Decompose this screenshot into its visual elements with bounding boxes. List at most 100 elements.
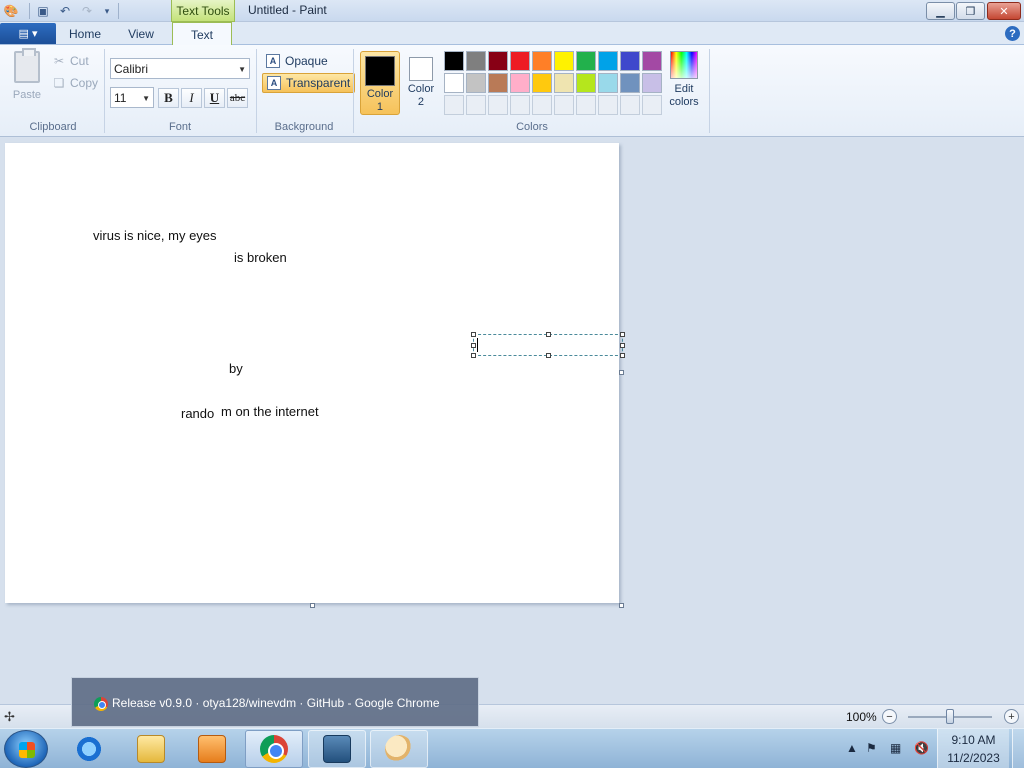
bold-button[interactable]: B — [158, 88, 179, 108]
palette-swatch[interactable] — [554, 73, 574, 93]
font-size-value: 11 — [114, 90, 127, 105]
custom-color-slot[interactable] — [510, 95, 530, 115]
color1-swatch — [365, 56, 395, 86]
text-input-box[interactable] — [471, 332, 625, 358]
palette-swatch[interactable] — [642, 51, 662, 71]
chrome-icon — [94, 697, 108, 711]
underline-button[interactable]: U — [204, 88, 225, 108]
undo-icon[interactable]: ↶ — [56, 2, 74, 20]
paint-icon — [385, 735, 413, 763]
palette-swatch[interactable] — [488, 51, 508, 71]
clock-time: 9:10 AM — [951, 733, 996, 747]
canvas-workspace[interactable]: virus is nice, my eyes is broken by rand… — [0, 138, 1024, 704]
background-group-label: Background — [274, 121, 334, 133]
start-button[interactable] — [4, 730, 48, 768]
palette-swatch[interactable] — [554, 51, 574, 71]
paste-label: Paste — [12, 89, 42, 101]
show-desktop-button[interactable] — [1012, 729, 1024, 768]
custom-color-slot[interactable] — [488, 95, 508, 115]
palette-swatch[interactable] — [532, 51, 552, 71]
transparent-option[interactable]: A Transparent — [262, 73, 356, 93]
canvas-resize-handle-corner[interactable] — [619, 603, 624, 608]
color2-swatch — [409, 57, 433, 81]
palette-swatch[interactable] — [642, 73, 662, 93]
taskbar-preview-chrome[interactable]: Release v0.9.0 · otya128/winevdm · GitHu… — [71, 677, 479, 727]
paint-menu-button[interactable]: ▤ ▾ — [0, 23, 56, 44]
zoom-in-button[interactable]: + — [1004, 709, 1019, 724]
zoom-slider-thumb[interactable] — [946, 709, 954, 724]
tab-home[interactable]: Home — [58, 22, 112, 45]
clock[interactable]: 9:10 AM 11/2/2023 — [937, 729, 1009, 768]
custom-color-slot[interactable] — [444, 95, 464, 115]
text-box-handle[interactable] — [546, 353, 551, 358]
save-icon[interactable]: ▣ — [34, 2, 52, 20]
taskbar-chrome[interactable] — [245, 730, 303, 768]
action-center-flag-icon[interactable]: ⚑ — [866, 741, 877, 755]
text-box-handle[interactable] — [471, 353, 476, 358]
opaque-label: Opaque — [285, 54, 328, 68]
custom-color-slot[interactable] — [598, 95, 618, 115]
tab-view[interactable]: View — [114, 22, 168, 45]
custom-color-slot[interactable] — [554, 95, 574, 115]
palette-swatch[interactable] — [576, 73, 596, 93]
palette-swatch[interactable] — [598, 51, 618, 71]
help-icon[interactable]: ? — [1005, 26, 1020, 41]
close-button[interactable]: ✕ — [987, 2, 1021, 20]
volume-muted-icon[interactable]: 🔇 — [914, 741, 929, 755]
text-box-handle[interactable] — [471, 343, 476, 348]
canvas-resize-handle-right[interactable] — [619, 370, 624, 375]
network-icon[interactable]: ▦ — [890, 741, 901, 755]
taskbar-calculator[interactable] — [308, 730, 366, 768]
strikethrough-button[interactable]: abc — [227, 88, 248, 108]
palette-swatch[interactable] — [444, 73, 464, 93]
folder-icon — [137, 735, 165, 763]
chevron-down-icon: ▼ — [238, 65, 246, 74]
zoom-out-button[interactable]: − — [882, 709, 897, 724]
font-size-select[interactable]: 11 ▼ — [110, 87, 154, 108]
color1-button[interactable]: Color 1 — [360, 51, 400, 115]
color2-button[interactable]: Color 2 — [403, 51, 439, 115]
text-box-handle[interactable] — [620, 332, 625, 337]
opaque-icon: A — [266, 54, 280, 68]
palette-swatch[interactable] — [576, 51, 596, 71]
taskbar-media-player[interactable] — [183, 730, 241, 768]
palette-swatch[interactable] — [488, 73, 508, 93]
taskbar-internet-explorer[interactable] — [60, 730, 118, 768]
custom-color-slot[interactable] — [576, 95, 596, 115]
palette-swatch[interactable] — [532, 73, 552, 93]
palette-swatch[interactable] — [510, 51, 530, 71]
text-box-handle[interactable] — [620, 343, 625, 348]
taskbar-paint[interactable] — [370, 730, 428, 768]
palette-swatch[interactable] — [620, 51, 640, 71]
show-hidden-icons-icon[interactable]: ▲ — [846, 741, 858, 755]
palette-swatch[interactable] — [444, 51, 464, 71]
restore-button[interactable]: ❐ — [956, 2, 985, 20]
custom-color-slot[interactable] — [642, 95, 662, 115]
customize-quick-access-icon[interactable]: ▾ — [98, 2, 116, 20]
copy-label: Copy — [70, 76, 99, 90]
custom-color-slot[interactable] — [532, 95, 552, 115]
paint-app-icon[interactable]: 🎨 — [2, 2, 20, 20]
palette-swatch[interactable] — [466, 73, 486, 93]
canvas-resize-handle-bottom[interactable] — [310, 603, 315, 608]
text-box-handle[interactable] — [471, 332, 476, 337]
drawing-canvas[interactable]: virus is nice, my eyes is broken by rand… — [5, 143, 619, 603]
font-family-select[interactable]: Calibri ▼ — [110, 58, 250, 79]
canvas-text: virus is nice, my eyes — [93, 228, 217, 243]
copy-button: ❏ Copy — [52, 74, 98, 92]
text-box-handle[interactable] — [620, 353, 625, 358]
palette-swatch[interactable] — [510, 73, 530, 93]
italic-button[interactable]: I — [181, 88, 202, 108]
palette-swatch[interactable] — [466, 51, 486, 71]
text-box-handle[interactable] — [546, 332, 551, 337]
opaque-option[interactable]: A Opaque — [262, 51, 332, 71]
minimize-button[interactable]: ▁ — [926, 2, 955, 20]
edit-colors-button[interactable]: Edit colors — [666, 51, 702, 115]
custom-color-slot[interactable] — [620, 95, 640, 115]
custom-color-slot[interactable] — [466, 95, 486, 115]
palette-swatch[interactable] — [598, 73, 618, 93]
taskbar-windows-explorer[interactable] — [122, 730, 180, 768]
tab-text[interactable]: Text — [172, 22, 232, 46]
palette-swatch[interactable] — [620, 73, 640, 93]
chrome-window-title: Release v0.9.0 · otya128/winevdm · GitHu… — [112, 696, 440, 710]
